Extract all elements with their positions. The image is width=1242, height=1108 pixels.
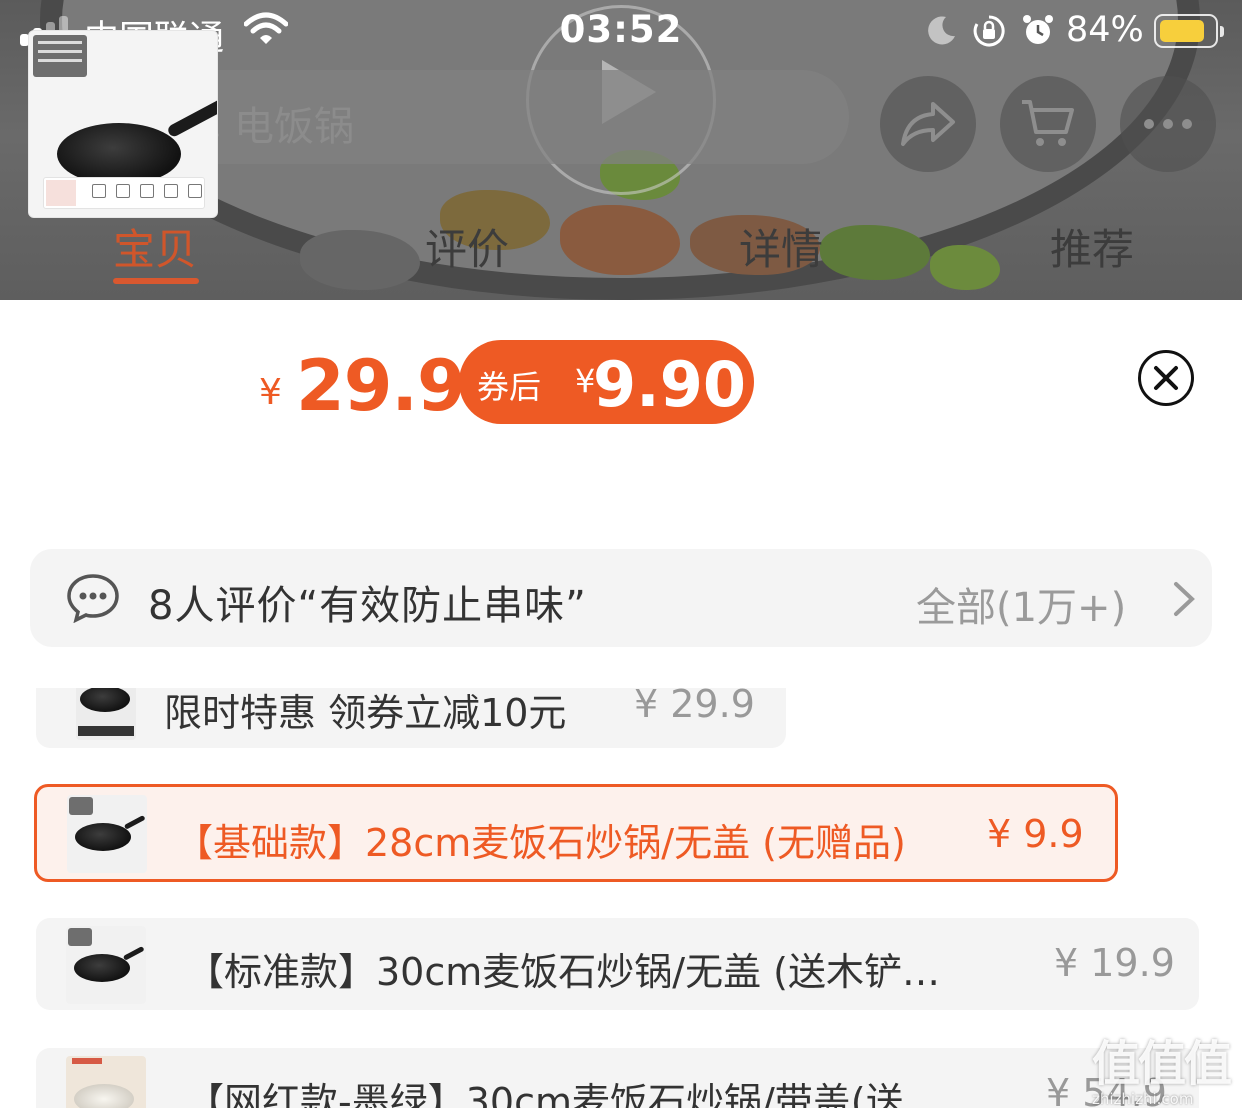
sku-name: 【网红款-墨绿】30cm麦饭石炒锅/带盖(送…: [186, 1080, 942, 1108]
review-summary-bar[interactable]: 8人评价“有效防止串味” 全部(1万+): [30, 549, 1212, 647]
coupon-price-badge: 券后 ¥ 9.90: [459, 340, 754, 424]
tab-details[interactable]: 详情: [739, 216, 823, 277]
product-detail-screen: 中国联通 03:52 84%: [0, 0, 1242, 1108]
battery-percent: 84%: [1066, 10, 1144, 50]
clock: 03:52: [559, 8, 683, 51]
more-dots-icon: [1144, 119, 1192, 129]
tab-baobei[interactable]: 宝贝: [113, 216, 197, 277]
more-button[interactable]: [1120, 76, 1216, 172]
cart-icon: [1022, 100, 1074, 146]
sku-option-basic[interactable]: 【基础款】28cm麦饭石炒锅/无盖 (无赠品) ¥ 9.9: [34, 784, 1118, 882]
search-placeholder: 电饭锅: [234, 104, 354, 150]
wifi-icon: [244, 12, 288, 44]
all-reviews-link[interactable]: 全部(1万+): [916, 575, 1126, 633]
watermark-logo: 值值值 zhizhizhi.com: [1092, 1036, 1232, 1108]
tab-reviews[interactable]: 评价: [425, 216, 509, 277]
close-icon: [1154, 366, 1178, 390]
sku-price: ¥ 9.9: [987, 812, 1084, 856]
cart-button[interactable]: [1000, 76, 1096, 172]
chevron-right-icon: [1174, 582, 1195, 616]
sku-name: 【基础款】28cm麦饭石炒锅/无盖 (无赠品): [175, 821, 906, 865]
review-highlight-text: 8人评价“有效防止串味”: [148, 583, 587, 629]
share-button[interactable]: [880, 76, 976, 172]
active-tab-indicator: [113, 278, 199, 284]
sku-option-promo[interactable]: 限时特惠 领券立减10元 ¥ 29.9: [36, 688, 786, 748]
alarm-icon: [1023, 15, 1053, 44]
coupon-label: 券后: [477, 368, 542, 406]
sku-name: 【标准款】30cm麦饭石炒锅/无盖 (送木铲…: [186, 950, 940, 994]
battery-icon: [1154, 14, 1224, 48]
sku-name: 限时特惠 领券立减10元: [164, 691, 567, 735]
battery-fill: [1160, 20, 1204, 42]
close-button[interactable]: [1138, 350, 1194, 406]
search-input[interactable]: 电饭锅: [154, 70, 849, 164]
chat-bubble-icon: [67, 574, 119, 623]
tab-recommend[interactable]: 推荐: [1050, 216, 1134, 277]
share-arrow-icon: [901, 102, 955, 146]
price-value: 29.9: [296, 345, 466, 427]
price-currency: ¥: [259, 372, 282, 413]
sku-price: ¥ 19.9: [1054, 941, 1175, 985]
product-thumbnail[interactable]: [28, 30, 218, 218]
do-not-disturb-moon-icon: [928, 16, 955, 45]
sku-option-premium[interactable]: 【网红款-墨绿】30cm麦饭石炒锅/带盖(送… ¥ 54.9: [36, 1048, 1199, 1108]
coupon-price: 9.90: [593, 348, 746, 421]
sku-price: ¥ 29.9: [634, 688, 755, 726]
rotation-lock-icon: [973, 15, 1005, 47]
sku-option-standard[interactable]: 【标准款】30cm麦饭石炒锅/无盖 (送木铲… ¥ 19.9: [36, 918, 1199, 1010]
